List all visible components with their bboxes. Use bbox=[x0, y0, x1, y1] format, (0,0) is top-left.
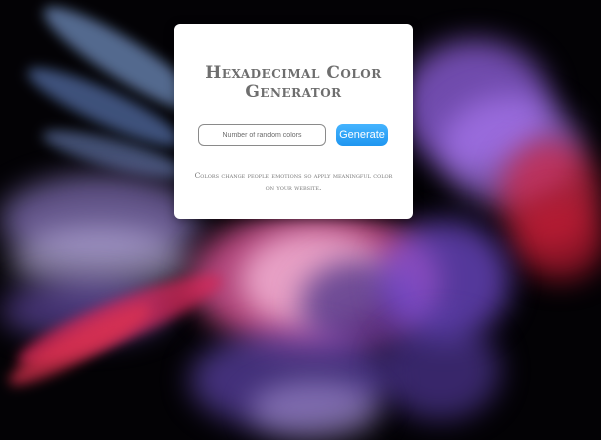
color-count-input[interactable] bbox=[198, 124, 326, 146]
generate-button[interactable]: Generate bbox=[336, 124, 388, 146]
tagline-text: Colors change people emotions so apply m… bbox=[194, 171, 393, 192]
page-title: Hexadecimal Color Generator bbox=[205, 63, 382, 102]
app-stage: Hexadecimal Color Generator Generate Col… bbox=[0, 0, 601, 440]
generator-card: Hexadecimal Color Generator Generate Col… bbox=[174, 24, 413, 219]
